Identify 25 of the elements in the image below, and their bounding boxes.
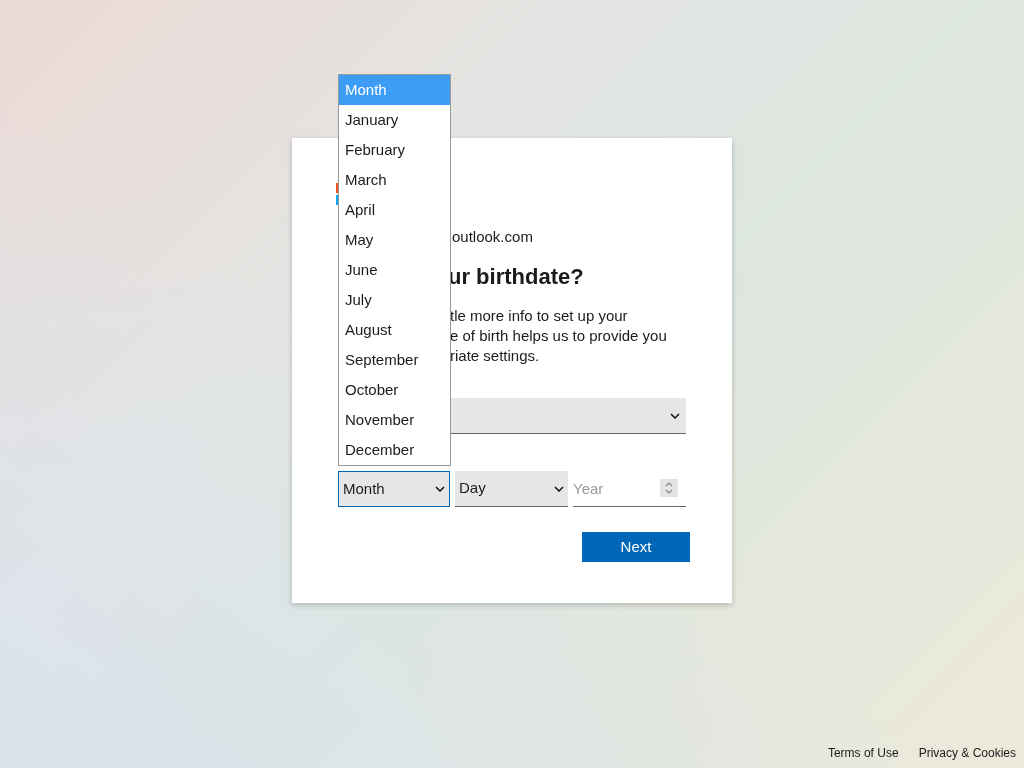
next-button[interactable]: Next (582, 532, 690, 562)
month-option[interactable]: March (339, 165, 450, 195)
month-option[interactable]: August (339, 315, 450, 345)
description-line: e of birth helps us to provide you (450, 326, 668, 346)
footer-link[interactable]: Privacy & Cookies (918, 744, 1016, 762)
month-option[interactable]: December (339, 435, 450, 465)
chevron-down-icon (670, 412, 680, 419)
month-option[interactable]: April (339, 195, 450, 225)
month-option[interactable]: May (339, 225, 450, 255)
description-line: tle more info to set up your (450, 306, 629, 326)
month-option[interactable]: October (339, 375, 450, 405)
chevron-down-icon (435, 486, 445, 492)
footer-link[interactable]: Terms of Use (827, 744, 899, 762)
month-option[interactable]: June (339, 255, 450, 285)
account-email: outlook.com (452, 228, 533, 245)
month-option[interactable]: July (339, 285, 450, 315)
month-option[interactable]: January (339, 105, 450, 135)
spinner-icon[interactable] (660, 479, 678, 497)
description-line: riate settings. (450, 346, 541, 366)
month-option[interactable]: February (339, 135, 450, 165)
month-select[interactable]: Month (338, 471, 450, 507)
chevron-down-icon (554, 485, 564, 492)
month-option[interactable]: September (339, 345, 450, 375)
month-option[interactable]: November (339, 405, 450, 435)
day-select[interactable]: Day (455, 471, 568, 507)
